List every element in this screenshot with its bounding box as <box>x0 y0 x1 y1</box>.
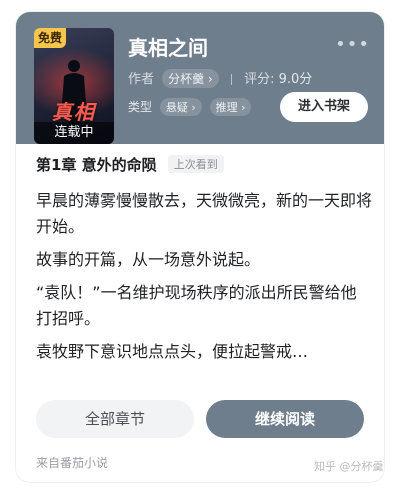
last-read-badge: 上次看到 <box>167 155 224 173</box>
book-title[interactable]: 真相之间 <box>128 32 208 61</box>
add-to-shelf-button[interactable]: 进入书架 <box>280 92 368 122</box>
chapter-excerpt[interactable]: 早晨的薄雾慢慢散去，天微微亮，新的一天即将开始。 故事的开篇，从一场意外说起。 … <box>36 188 372 372</box>
continue-reading-button[interactable]: 继续阅读 <box>206 400 364 438</box>
genre-chip-mystery[interactable]: 推理 › <box>209 98 252 116</box>
book-card[interactable]: 免费 真相 连载中 真相之间 ••• 作者 分杯羹 › 评分: 9.0分 类型 … <box>16 12 384 482</box>
more-dots-icon[interactable]: ••• <box>335 34 370 55</box>
author-chip[interactable]: 分杯羹 › <box>162 69 219 88</box>
author-label: 作者 <box>128 72 155 87</box>
cover-title: 真相 <box>52 100 96 124</box>
all-chapters-button[interactable]: 全部章节 <box>36 400 194 438</box>
source-label: 来自番茄小说 <box>36 456 109 470</box>
book-meta: 作者 分杯羹 › 评分: 9.0分 <box>128 68 312 88</box>
serial-status: 连载中 <box>34 122 114 144</box>
genre-chip-label: 悬疑 <box>165 101 188 114</box>
watermark: 知乎 @分杯羹 <box>314 460 384 473</box>
excerpt-paragraph: “袁队！”一名维护现场秩序的派出所民警给他打招呼。 <box>36 283 357 328</box>
book-cover[interactable]: 免费 真相 连载中 <box>34 28 114 144</box>
genre-label: 类型 <box>128 100 153 114</box>
book-header: 免费 真相 连载中 真相之间 ••• 作者 分杯羹 › 评分: 9.0分 类型 … <box>16 12 384 144</box>
excerpt-paragraph: 袁牧野下意识地点点头，便拉起警戒… <box>36 342 309 361</box>
excerpt-paragraph: 早晨的薄雾慢慢散去，天微微亮，新的一天即将开始。 <box>36 191 373 236</box>
divider <box>230 74 232 85</box>
score-value: 9.0分 <box>278 72 313 87</box>
genre-chip-label: 推理 <box>215 101 238 114</box>
genre-row: 类型 悬疑 › 推理 › <box>128 98 252 116</box>
score-label: 评分: <box>244 72 275 87</box>
chapter-row[interactable]: 第1章 意外的命陨 上次看到 <box>36 154 224 175</box>
excerpt-paragraph: 故事的开篇，从一场意外说起。 <box>36 250 261 269</box>
genre-chip-suspense[interactable]: 悬疑 › <box>159 98 202 116</box>
free-badge: 免费 <box>34 28 66 48</box>
chapter-title: 第1章 意外的命陨 <box>36 156 157 174</box>
author-name: 分杯羹 <box>168 72 205 86</box>
